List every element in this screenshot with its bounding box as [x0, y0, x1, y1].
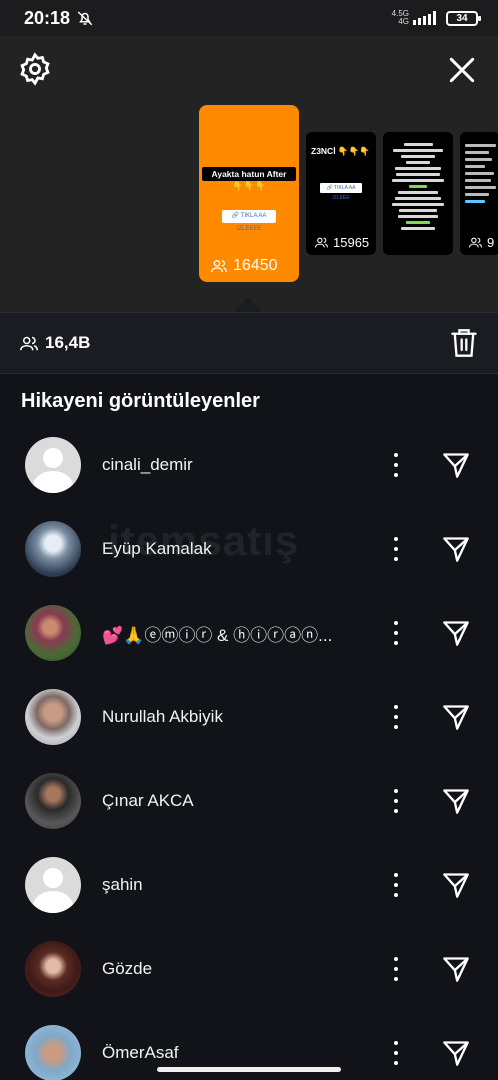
viewer-username[interactable]: ÖmerAsaf: [102, 1043, 179, 1063]
story-text-lines: [465, 140, 498, 207]
story-view-count: 9: [487, 235, 495, 250]
viewer-username[interactable]: şahin: [102, 875, 143, 895]
story-thumbnail-current[interactable]: Ayakta hatun After 👇👇👇 🔗 TIKLA AA IZLEEE…: [199, 105, 299, 282]
story-view-count: 15965: [333, 235, 370, 250]
story-views: 9: [469, 235, 494, 250]
more-options-icon[interactable]: [387, 957, 405, 981]
viewers-icon: [315, 237, 328, 248]
viewer-row[interactable]: şahin: [0, 843, 498, 927]
story-title: Z3NCİ 👇👇👇: [311, 146, 370, 157]
story-text-lines: [389, 140, 447, 233]
more-options-icon[interactable]: [387, 621, 405, 645]
status-bar: 20:18 4.5G 4G 34: [0, 0, 498, 36]
avatar[interactable]: [25, 857, 81, 913]
avatar[interactable]: [25, 941, 81, 997]
close-icon[interactable]: [446, 54, 478, 86]
status-time: 20:18: [24, 7, 71, 28]
avatar[interactable]: [25, 605, 81, 661]
viewers-icon: [211, 260, 227, 273]
story-views: 15965: [315, 235, 369, 250]
more-options-icon[interactable]: [387, 873, 405, 897]
story-thumbnail-2[interactable]: Z3NCİ 👇👇👇 🔗 TIKLA AA IZLEEE 15965: [306, 132, 376, 255]
story-view-count: 16450: [233, 257, 278, 274]
send-message-icon[interactable]: [441, 787, 471, 815]
more-options-icon[interactable]: [387, 705, 405, 729]
avatar[interactable]: [25, 521, 81, 577]
avatar[interactable]: [25, 1025, 81, 1080]
story-views: 16450: [211, 257, 278, 275]
more-options-icon[interactable]: [387, 789, 405, 813]
send-message-icon[interactable]: [441, 535, 471, 563]
viewer-row[interactable]: Nurullah Akbiyik: [0, 675, 498, 759]
avatar[interactable]: [25, 437, 81, 493]
send-message-icon[interactable]: [441, 703, 471, 731]
story-strip: Ayakta hatun After 👇👇👇 🔗 TIKLA AA IZLEEE…: [0, 36, 498, 312]
more-options-icon[interactable]: [387, 1041, 405, 1065]
viewer-row[interactable]: Çınar AKCA: [0, 759, 498, 843]
delete-trash-icon[interactable]: [450, 328, 478, 358]
viewer-list: cinali_demir Eyüp Kamalak 💕🙏ⓔⓜⓘⓡ & ⓗⓘⓡⓐⓝ…: [0, 423, 498, 1080]
viewer-username[interactable]: cinali_demir: [102, 455, 193, 475]
network-type: 4.5G 4G: [391, 9, 409, 26]
send-message-icon[interactable]: [441, 955, 471, 983]
send-message-icon[interactable]: [441, 451, 471, 479]
viewer-row[interactable]: Eyüp Kamalak: [0, 507, 498, 591]
story-thumbnail-4[interactable]: 9: [460, 132, 498, 255]
viewers-icon: [20, 336, 38, 350]
more-options-icon[interactable]: [387, 537, 405, 561]
link-sticker: 🔗 TIKLA AA IZLEEEE: [222, 210, 276, 232]
story-emoji: 👇👇👇: [232, 181, 266, 191]
story-caption: Ayakta hatun After: [202, 167, 296, 181]
viewer-username[interactable]: Çınar AKCA: [102, 791, 194, 811]
total-viewers: 16,4B: [20, 333, 90, 353]
settings-gear-icon[interactable]: [18, 52, 52, 86]
viewer-username[interactable]: Nurullah Akbiyik: [102, 707, 223, 727]
section-title: Hikayeni görüntüleyenler: [21, 390, 260, 412]
viewers-summary: 16,4B: [0, 312, 498, 374]
viewer-row[interactable]: Gözde: [0, 927, 498, 1011]
avatar[interactable]: [25, 689, 81, 745]
status-indicators: 4.5G 4G 34: [391, 9, 481, 26]
story-thumbnail-3[interactable]: [383, 132, 453, 255]
battery-icon: 34: [446, 10, 481, 26]
home-indicator[interactable]: [157, 1067, 341, 1072]
viewers-icon: [469, 237, 482, 248]
battery-level: 34: [456, 12, 468, 24]
viewer-username[interactable]: Eyüp Kamalak: [102, 539, 212, 559]
viewer-row[interactable]: cinali_demir: [0, 423, 498, 507]
more-options-icon[interactable]: [387, 453, 405, 477]
viewer-row[interactable]: 💕🙏ⓔⓜⓘⓡ & ⓗⓘⓡⓐⓝ...: [0, 591, 498, 675]
total-viewers-count: 16,4B: [45, 333, 91, 352]
selected-story-pointer: [234, 297, 262, 312]
send-message-icon[interactable]: [441, 1039, 471, 1067]
bell-off-icon: [77, 11, 93, 26]
link-sticker: 🔗 TIKLA AA IZLEEE: [320, 183, 362, 201]
send-message-icon[interactable]: [441, 619, 471, 647]
avatar[interactable]: [25, 773, 81, 829]
viewer-username[interactable]: 💕🙏ⓔⓜⓘⓡ & ⓗⓘⓡⓐⓝ...: [102, 621, 332, 646]
signal-icon: [413, 11, 436, 25]
viewer-username[interactable]: Gözde: [102, 959, 152, 979]
send-message-icon[interactable]: [441, 871, 471, 899]
